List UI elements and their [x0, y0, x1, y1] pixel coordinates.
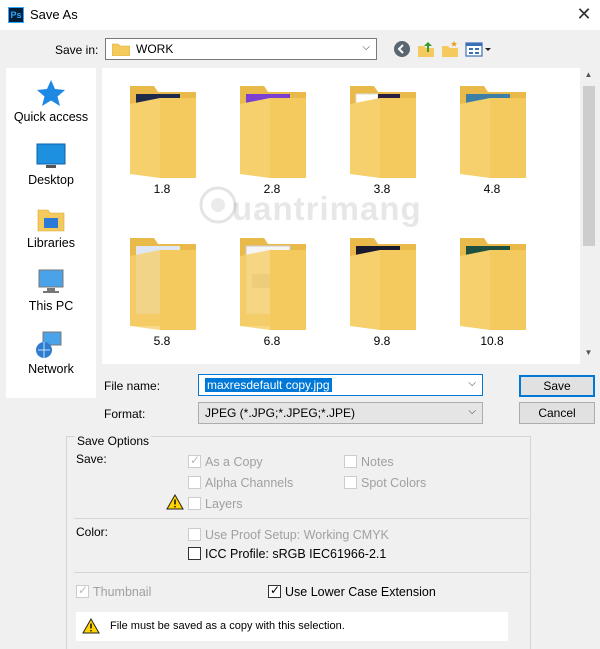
- computer-icon: [38, 269, 64, 293]
- save-label: Save:: [76, 452, 107, 466]
- scroll-up-icon[interactable]: ▲: [580, 70, 597, 84]
- alpha-channels-label: Alpha Channels: [205, 476, 294, 490]
- file-name-input[interactable]: maxresdefault copy.jpg ⌵: [198, 374, 483, 396]
- save-in-dropdown[interactable]: WORK ⌵: [105, 38, 377, 60]
- libraries-icon: [37, 209, 65, 232]
- format-label: Format:: [104, 407, 146, 421]
- color-label: Color:: [76, 525, 109, 539]
- thumbnail-label: Thumbnail: [93, 585, 152, 599]
- cancel-button[interactable]: Cancel: [519, 402, 595, 424]
- photoshop-app-icon: Ps: [8, 7, 24, 23]
- title-bar: [0, 0, 600, 30]
- back-icon[interactable]: [392, 39, 412, 59]
- network-icon: [36, 331, 62, 358]
- notes-label: Notes: [361, 455, 394, 469]
- scroll-down-icon[interactable]: ▼: [580, 348, 597, 362]
- file-name-label: File name:: [104, 379, 161, 393]
- save-button[interactable]: Save: [519, 375, 595, 397]
- use-proof-setup-checkbox[interactable]: [188, 528, 201, 541]
- folder-icon: [460, 86, 526, 178]
- warning-message: File must be saved as a copy with this s…: [110, 620, 345, 632]
- folder-icon: [130, 238, 196, 330]
- lower-case-extension-checkbox[interactable]: [268, 583, 281, 598]
- up-folder-icon[interactable]: [416, 39, 436, 59]
- spot-colors-checkbox[interactable]: [344, 476, 357, 489]
- place-this-pc[interactable]: This PC: [6, 267, 96, 313]
- folder-icon: [130, 86, 196, 178]
- lower-case-extension-label: Use Lower Case Extension: [285, 585, 436, 599]
- folder-icon: [240, 238, 306, 330]
- place-network[interactable]: Network: [6, 330, 96, 376]
- notes-checkbox[interactable]: [344, 455, 357, 468]
- icc-profile-label: ICC Profile: sRGB IEC61966-2.1: [205, 547, 387, 561]
- folder-item[interactable]: 1.8: [112, 82, 212, 218]
- new-folder-icon[interactable]: [440, 39, 460, 59]
- layers-checkbox[interactable]: [188, 497, 201, 510]
- alpha-channels-checkbox[interactable]: [188, 476, 201, 489]
- folder-icon: [240, 86, 306, 178]
- places-bar: Quick access Desktop Libraries This PC N…: [6, 68, 96, 398]
- folder-item[interactable]: 5.8: [112, 234, 212, 370]
- layers-label: Layers: [205, 497, 243, 511]
- folder-icon: [112, 43, 130, 56]
- chevron-down-icon: ⌵: [468, 406, 476, 417]
- use-proof-setup-label: Use Proof Setup: Working CMYK: [205, 528, 389, 542]
- view-menu-icon[interactable]: [464, 39, 492, 59]
- chevron-down-icon[interactable]: ⌵: [468, 378, 476, 389]
- thumbnail-checkbox[interactable]: [76, 583, 89, 598]
- watermark-text: uantrimang: [232, 190, 422, 227]
- format-value: JPEG (*.JPG;*.JPEG;*.JPE): [205, 406, 356, 420]
- folder-item[interactable]: 10.8: [442, 234, 542, 370]
- format-select[interactable]: JPEG (*.JPG;*.JPEG;*.JPE) ⌵: [198, 402, 483, 424]
- star-icon: [37, 80, 65, 106]
- window-title: Save As: [30, 7, 78, 22]
- save-in-label: Save in:: [55, 43, 99, 57]
- save-options-legend: Save Options: [75, 434, 152, 448]
- folder-icon: [350, 86, 416, 178]
- spot-colors-label: Spot Colors: [361, 476, 427, 490]
- close-button[interactable]: ✕: [570, 2, 598, 28]
- as-a-copy-label: As a Copy: [205, 455, 263, 469]
- folder-icon: [460, 238, 526, 330]
- folder-icon: [350, 238, 416, 330]
- vertical-scrollbar[interactable]: ▲ ▼: [580, 68, 597, 364]
- icc-profile-checkbox[interactable]: [188, 547, 201, 560]
- scrollbar-thumb[interactable]: [583, 86, 595, 246]
- folder-item[interactable]: 6.8: [222, 234, 322, 370]
- divider: [74, 518, 529, 519]
- as-a-copy-checkbox[interactable]: [188, 453, 201, 468]
- warning-icon: [82, 618, 100, 634]
- save-in-value: WORK: [136, 42, 174, 56]
- place-desktop[interactable]: Desktop: [6, 141, 96, 187]
- chevron-down-icon: ⌵: [362, 42, 370, 53]
- warning-message-box: File must be saved as a copy with this s…: [76, 612, 508, 641]
- warning-icon: [166, 494, 184, 510]
- divider: [74, 572, 529, 573]
- folder-item[interactable]: 4.8: [442, 82, 542, 218]
- place-libraries[interactable]: Libraries: [6, 204, 96, 250]
- file-name-value: maxresdefault copy.jpg: [205, 378, 332, 392]
- place-quick-access[interactable]: Quick access: [6, 78, 96, 124]
- desktop-icon: [36, 143, 66, 168]
- folder-item[interactable]: 9.8: [332, 234, 432, 370]
